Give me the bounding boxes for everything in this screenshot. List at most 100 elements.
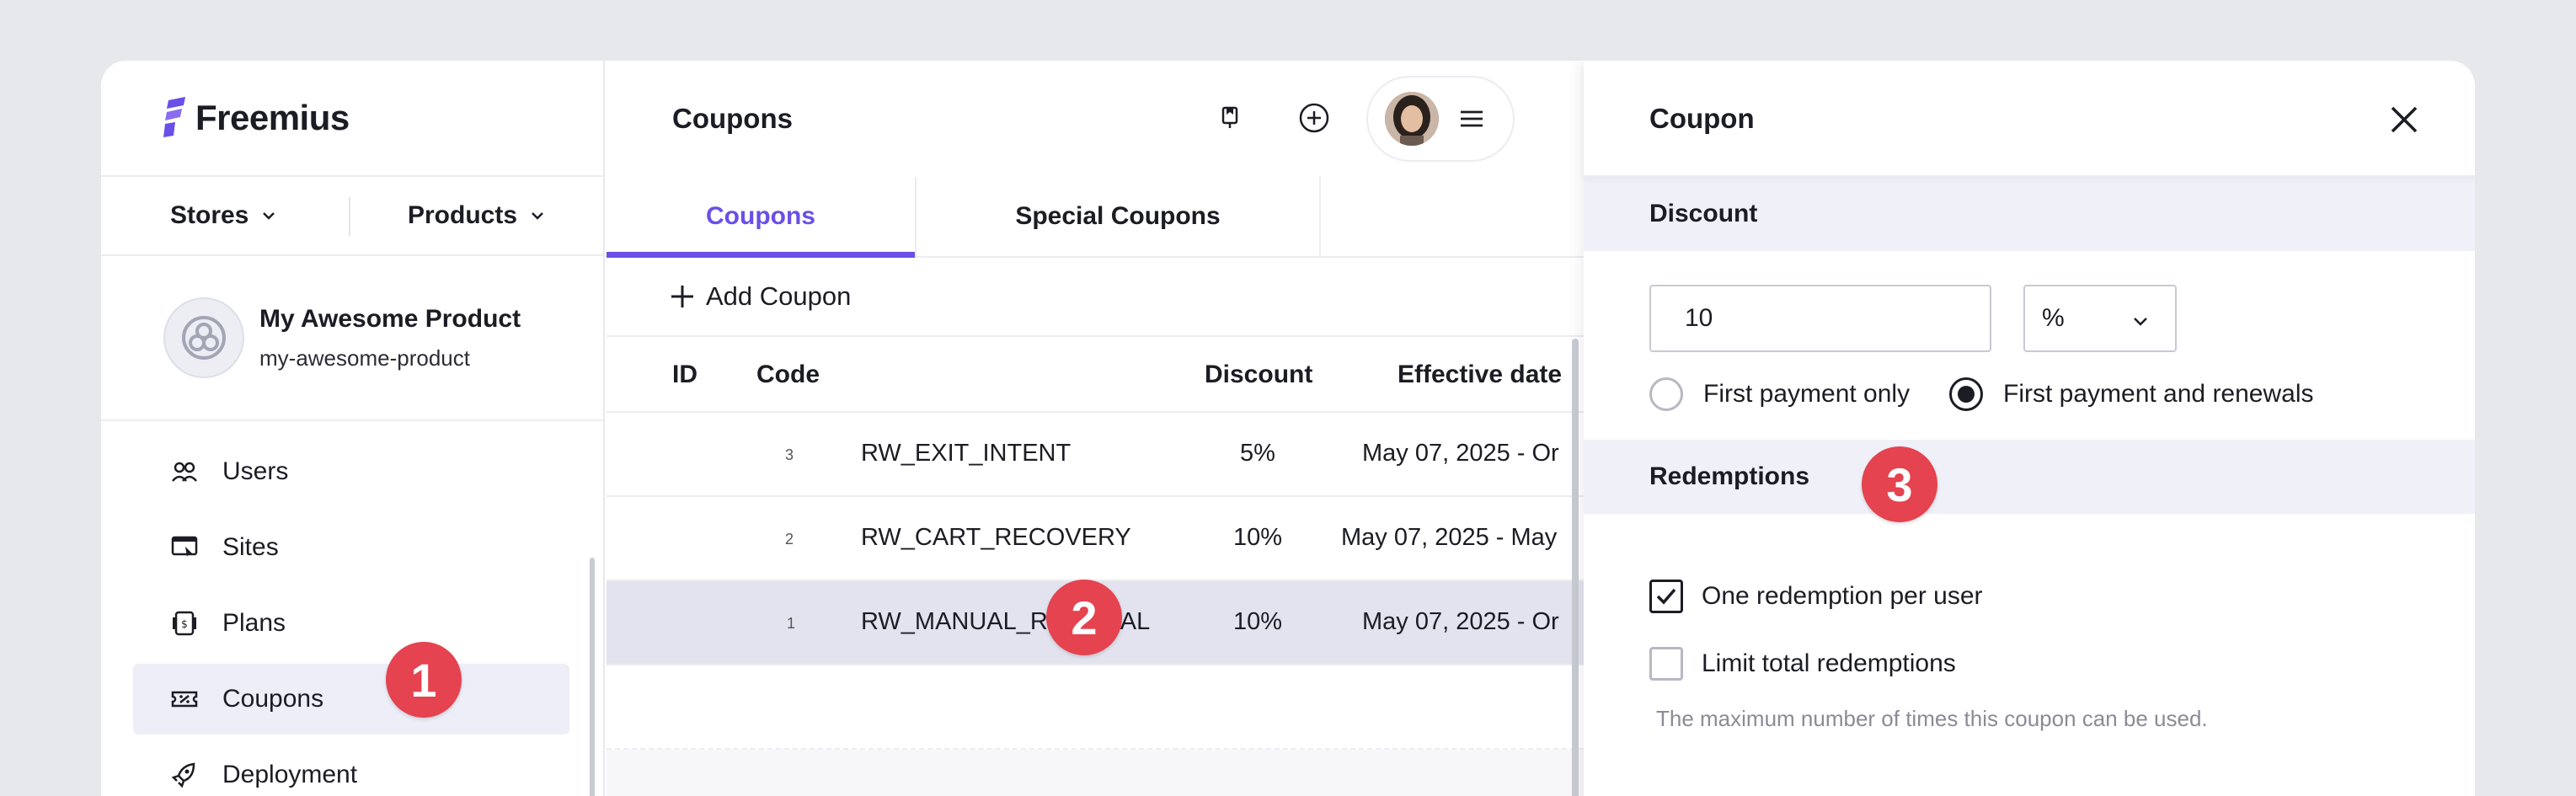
checkbox-checked [1649,580,1683,613]
sidebar-item-label: Coupons [222,685,324,713]
checkbox-one-redemption-per-user[interactable]: One redemption per user [1584,563,2475,630]
tab-special-coupons[interactable]: Special Coupons [917,177,1321,256]
plus-icon [671,286,693,307]
user-menu[interactable] [1366,76,1515,162]
add-coupon-button[interactable]: Add Coupon [669,281,851,312]
radio-label: First payment and renewals [2003,380,2314,408]
chevron-down-icon [263,212,275,220]
column-header-discount[interactable]: Discount [1205,361,1312,389]
table-row[interactable]: 3 RW_EXIT_INTENT 5% May 07, 2025 - Or [607,413,1584,497]
stores-dropdown[interactable]: Stores [170,201,277,230]
divider [349,197,350,236]
step-badge-3: 3 [1862,446,1937,522]
toolbar: Add Coupon [607,258,1584,337]
cell-effective-date: May 07, 2025 - May [1341,524,1558,551]
cell-id: 3 [785,446,794,463]
radio-first-payment-only[interactable]: First payment only [1649,377,1910,411]
step-badge-1: 1 [386,642,462,718]
sidebar: Freemius Stores Products My Awesome Prod… [101,61,605,796]
cell-effective-date: May 07, 2025 - Or [1362,440,1559,467]
tab-coupons[interactable]: Coupons [607,177,917,258]
cell-discount: 5% [1240,440,1275,467]
limit-hint-text: The maximum number of times this coupon … [1656,706,2208,731]
radio-label: First payment only [1703,380,1911,408]
product-name: My Awesome Product [259,304,521,333]
column-header-effective-date[interactable]: Effective date [1398,361,1562,389]
table-row-empty [607,665,1584,750]
plans-icon: $ [173,611,196,636]
add-coupon-label: Add Coupon [706,281,852,311]
radio-circle [1649,377,1683,411]
avatar [1385,92,1439,146]
svg-text:$: $ [181,618,188,630]
add-circle-icon[interactable] [1297,101,1331,135]
deployment-icon [171,762,195,788]
discount-inputs: 10 % [1584,251,2475,359]
sites-icon [171,536,198,557]
checkbox-label: One redemption per user [1702,582,1983,610]
radio-first-payment-and-renewals[interactable]: First payment and renewals [1949,377,2314,411]
sidebar-scrollbar[interactable] [590,558,595,796]
table-scrollbar[interactable] [1572,339,1579,796]
coupon-icon [171,691,198,708]
column-header-id[interactable]: ID [672,361,697,389]
sidebar-item-label: Deployment [222,761,358,788]
logo[interactable]: Freemius [101,61,603,177]
cell-code: RW_EXIT_INTENT [861,440,1072,467]
redemptions-section-header: Redemptions [1584,440,2475,514]
cell-id: 1 [787,615,796,632]
panel-title: Coupon [1649,103,1755,134]
cell-discount: 10% [1233,524,1283,551]
panel-header: Coupon [1584,61,2475,177]
sidebar-item-plans[interactable]: $ Plans [133,588,569,659]
discount-type-value: % [2042,304,2065,332]
sidebar-item-sites[interactable]: Sites [133,512,569,583]
freemius-logo-icon [163,97,185,137]
logo-text: Freemius [195,98,350,137]
current-product[interactable]: My Awesome Product my-awesome-product [101,256,603,421]
sidebar-item-coupons[interactable]: Coupons [133,664,569,735]
checkbox-label: Limit total redemptions [1702,649,1956,677]
discount-amount-input[interactable]: 10 [1649,285,1991,352]
hamburger-menu-icon [1461,110,1483,127]
cell-discount: 10% [1233,608,1283,635]
discount-section-header: Discount [1584,177,2475,251]
cell-code: RW_CART_RECOVERY [861,524,1131,551]
chevron-down-icon [532,212,543,220]
sidebar-item-users[interactable]: Users [133,436,569,507]
check-icon [1656,588,1676,605]
column-header-code[interactable]: Code [756,361,820,389]
users-icon [172,462,197,482]
payment-scope-radios: First payment only First payment and ren… [1584,359,2475,440]
checkbox-limit-total-redemptions[interactable]: Limit total redemptions [1584,630,2475,697]
sidebar-nav: Users Sites $ Plans Coupons Deployment [101,421,603,796]
product-logo-icon [182,316,226,360]
store-product-selector: Stores Products [101,177,603,256]
radio-circle-selected [1949,377,1983,411]
close-icon[interactable] [2389,104,2419,135]
product-slug: my-awesome-product [259,345,470,371]
product-info: My Awesome Product my-awesome-product [259,305,521,371]
user-avatar-icon [1385,92,1439,146]
products-label: Products [408,201,518,229]
products-dropdown[interactable]: Products [408,201,546,230]
checkbox-unchecked [1649,647,1683,681]
sidebar-item-label: Plans [222,609,286,637]
cell-id: 2 [785,531,794,548]
table-row[interactable]: 2 RW_CART_RECOVERY 10% May 07, 2025 - Ma… [607,497,1584,581]
tab-bar: Coupons Special Coupons [607,177,1584,258]
sidebar-item-label: Users [222,457,289,485]
notifications-icon[interactable] [1213,101,1247,135]
sidebar-item-label: Sites [222,533,279,561]
sidebar-item-deployment[interactable]: Deployment [133,740,569,796]
page-title: Coupons [672,103,793,134]
discount-type-select[interactable]: % [2023,285,2177,352]
step-badge-2: 2 [1046,580,1122,655]
table-header: ID Code Discount Effective date [607,337,1584,413]
main-content: Coupons Coupons Special Coupons Add Coup… [607,61,1584,796]
cell-effective-date: May 07, 2025 - Or [1362,608,1559,635]
stores-label: Stores [170,201,249,229]
chevron-down-icon [2134,318,2147,326]
coupon-panel: Coupon Discount 10 % First payment only … [1584,61,2475,796]
redemptions-options: One redemption per user Limit total rede… [1584,514,2475,732]
